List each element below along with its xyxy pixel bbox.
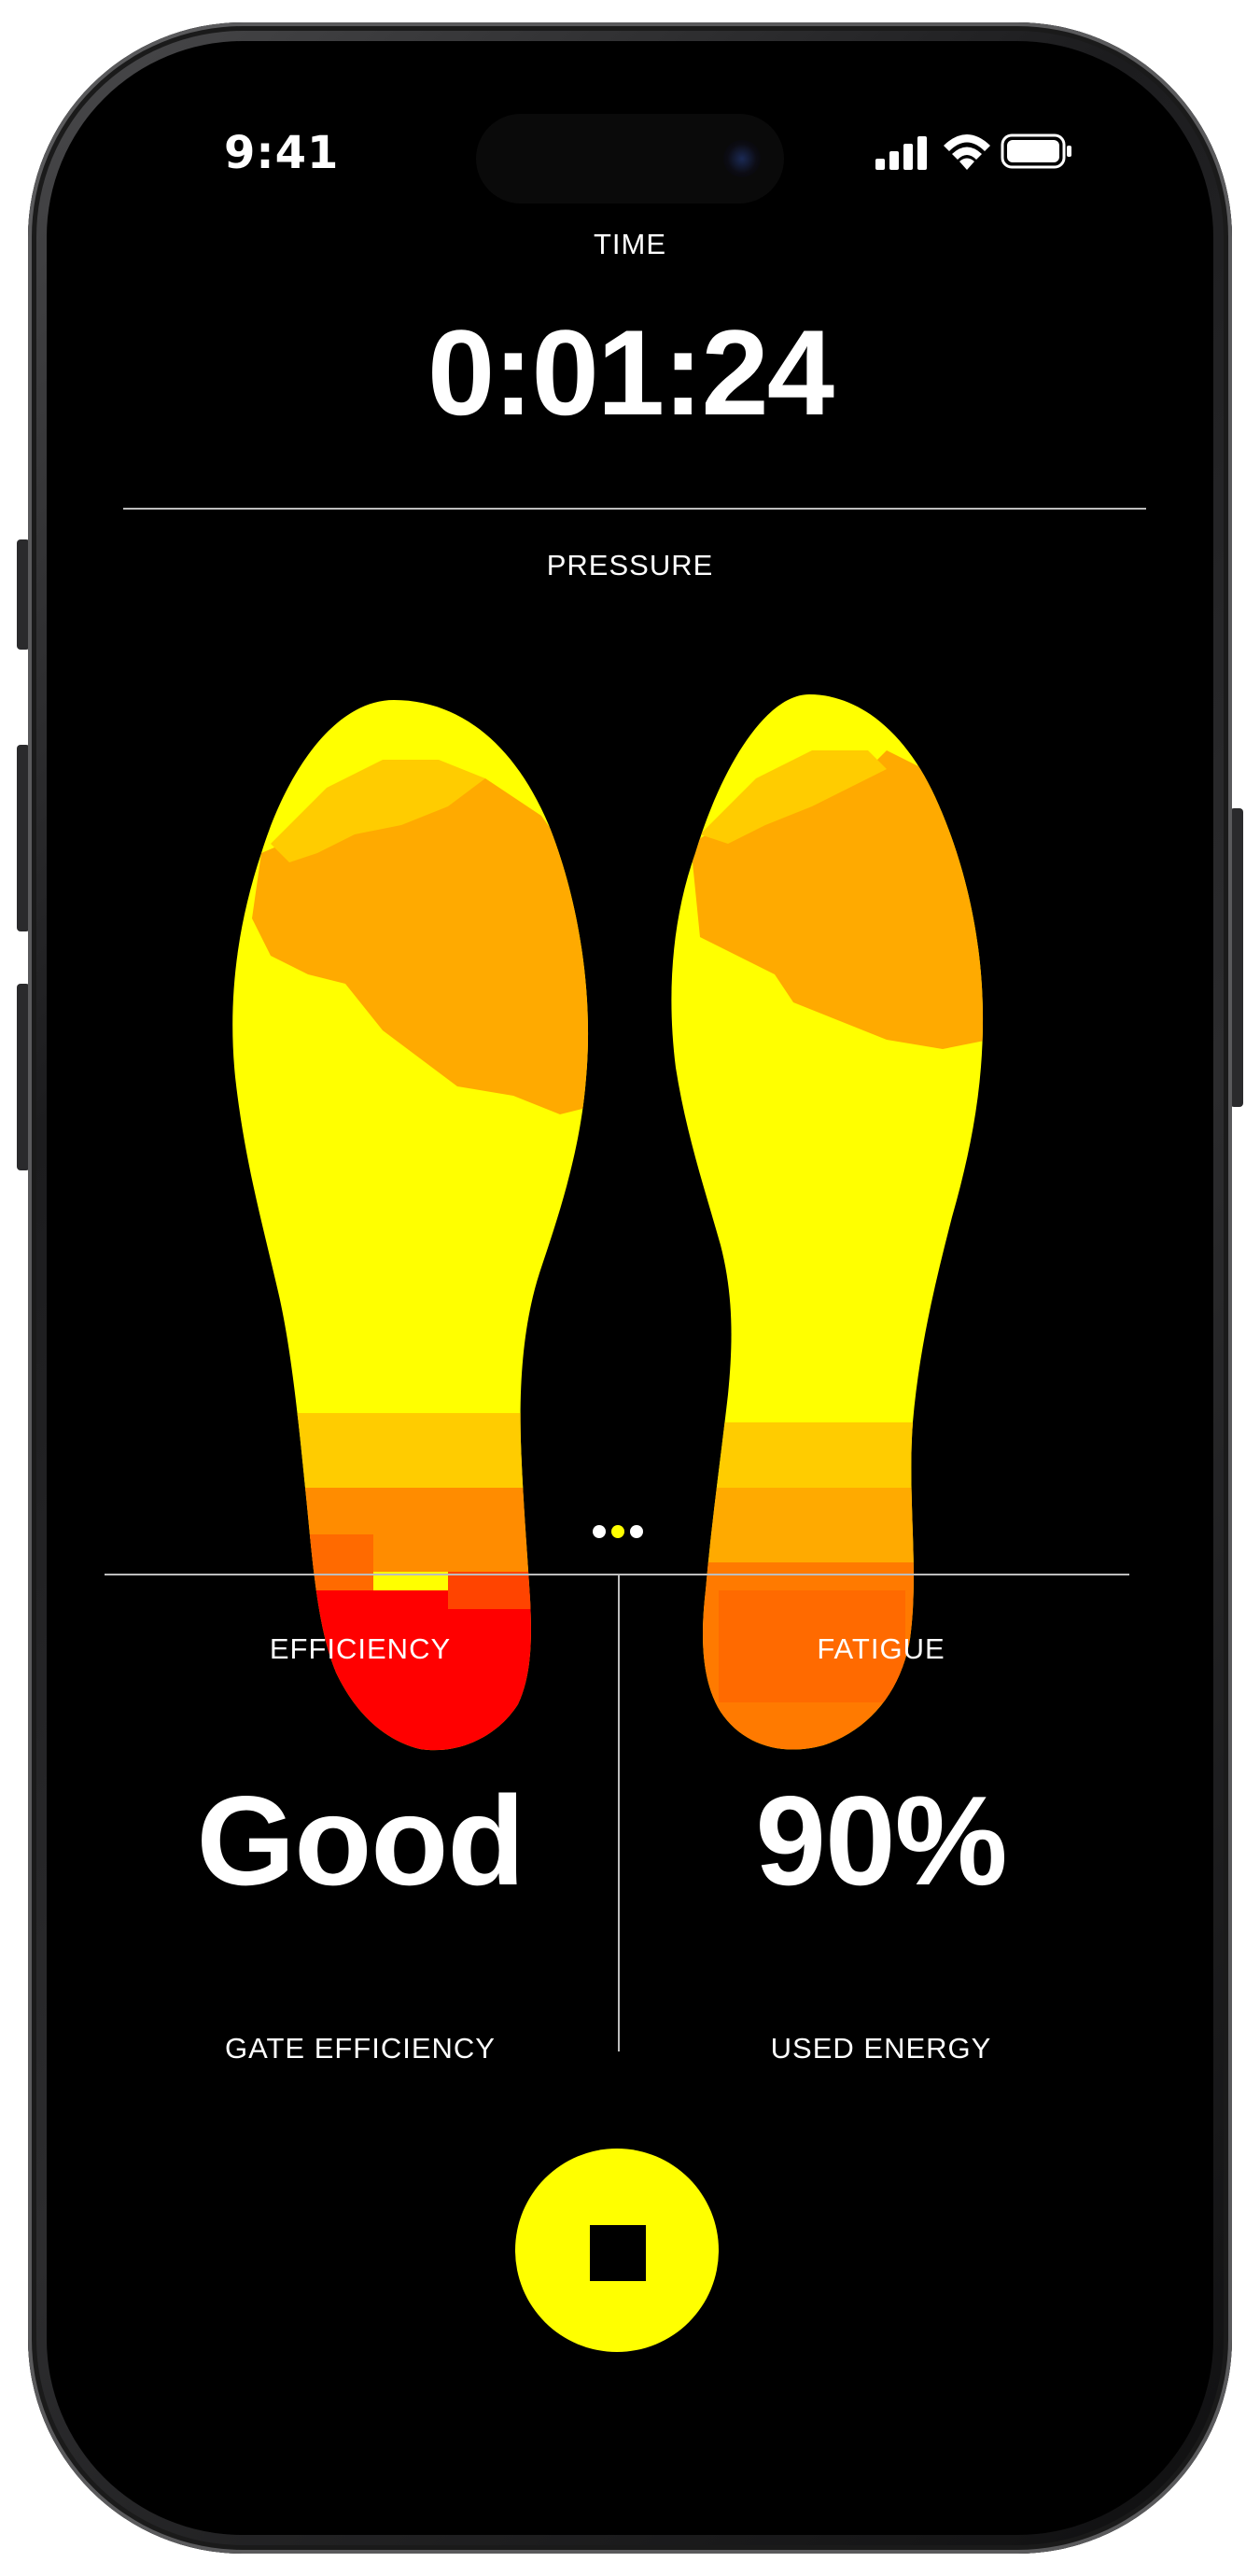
fatigue-value: 90% bbox=[755, 1770, 1007, 1911]
device-mockup: 9:41 TIME 0:01:24 PRESSURE EFFICIENCY Go… bbox=[0, 0, 1260, 2576]
efficiency-title: EFFICIENCY bbox=[269, 1632, 452, 1665]
fatigue-subtitle: USED ENERGY bbox=[770, 2032, 992, 2065]
left-zone-heel bbox=[232, 1590, 589, 1751]
wifi-icon bbox=[944, 134, 990, 170]
right-zone-heel-mid bbox=[671, 1488, 984, 1562]
efficiency-subtitle: GATE EFFICIENCY bbox=[224, 2032, 496, 2065]
power-button bbox=[1230, 808, 1243, 1107]
left-zone-heel-mid bbox=[232, 1488, 589, 1572]
page-indicator[interactable] bbox=[593, 1525, 667, 1544]
left-foot-pressure bbox=[232, 700, 589, 1751]
left-zone-heel-upper bbox=[232, 1413, 589, 1488]
stop-icon bbox=[590, 2225, 646, 2281]
stop-button[interactable] bbox=[515, 2149, 719, 2352]
time-label: TIME bbox=[593, 228, 667, 260]
elapsed-time: 0:01:24 bbox=[427, 304, 834, 441]
right-zone-heel-upper bbox=[671, 1422, 984, 1488]
left-zone-toes bbox=[271, 760, 485, 862]
fatigue-title: FATIGUE bbox=[817, 1632, 945, 1665]
right-foot-pressure bbox=[671, 694, 984, 1750]
camera-icon bbox=[723, 140, 761, 177]
app-screen: 9:41 TIME 0:01:24 PRESSURE EFFICIENCY Go… bbox=[47, 41, 1213, 2535]
left-zone-forefoot bbox=[252, 778, 589, 1114]
left-zone-base bbox=[232, 700, 589, 1751]
left-zone-heel-edge bbox=[448, 1572, 589, 1609]
left-zone-heel-high bbox=[232, 1534, 373, 1590]
right-zone-forefoot bbox=[691, 750, 984, 1049]
page-dot-1[interactable] bbox=[593, 1525, 606, 1538]
battery-icon bbox=[1001, 133, 1071, 169]
efficiency-value: Good bbox=[196, 1770, 525, 1911]
signal-icon bbox=[875, 136, 927, 170]
page-dot-2-active[interactable] bbox=[611, 1525, 624, 1538]
divider bbox=[105, 1574, 1129, 1575]
divider bbox=[123, 508, 1146, 510]
status-time: 9:41 bbox=[224, 127, 340, 179]
right-zone-base bbox=[671, 694, 984, 1750]
page-dot-3[interactable] bbox=[630, 1525, 643, 1538]
pressure-label: PRESSURE bbox=[546, 549, 714, 581]
right-zone-toes bbox=[700, 750, 887, 844]
